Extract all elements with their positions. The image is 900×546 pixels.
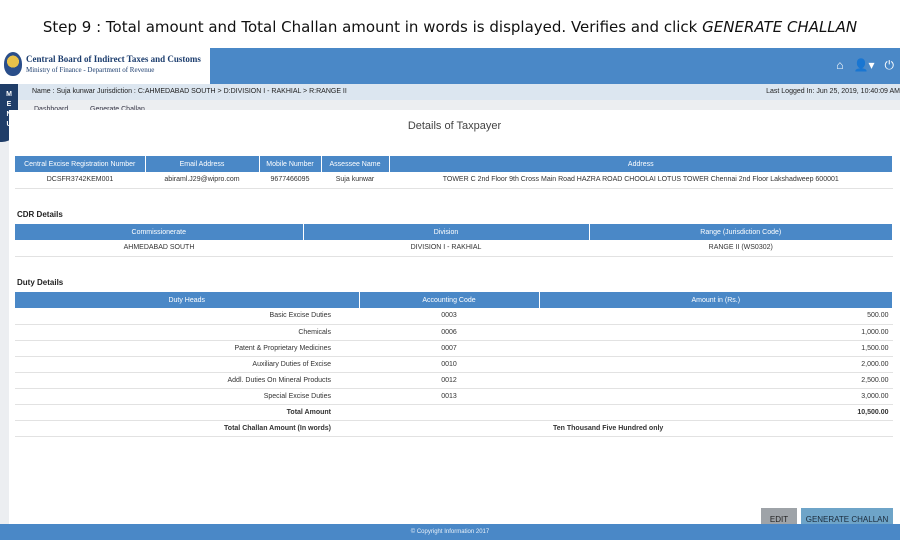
cell-division: DIVISION I - RAKHIAL [303,240,589,257]
col-range: Range (Jurisdiction Code) [589,224,893,240]
table-row: Patent & Proprietary Medicines 0007 1,50… [15,340,893,357]
footer-copyright: © Copyright Information 2017 [0,524,900,540]
cell-duty-head: Addl. Duties On Mineral Products [15,372,359,389]
col-email: Email Address [145,156,260,172]
page-title: Details of Taxpayer [407,120,502,132]
instruction-caption: Step 9 : Total amount and Total Challan … [0,18,900,36]
cell-range: RANGE II (WS0302) [589,240,893,257]
cell-duty-head: Chemicals [15,324,359,341]
total-row: Total Amount 10,500.00 [15,404,893,421]
emblem-logo [4,52,22,76]
cell-registration: DCSFR3742KEM001 [15,172,145,189]
col-duty-heads: Duty Heads [15,292,360,308]
org-name: Central Board of Indirect Taxes and Cust… [26,54,201,64]
duty-section-label: Duty Details [17,278,64,287]
cell-assessee: Suja kunwar [321,172,389,189]
cell-commissionerate: AHMEDABAD SOUTH [15,240,303,257]
user-jurisdiction: Name : Suja kunwar Jurisdiction : C:AHME… [32,88,347,95]
user-icon[interactable]: 👤▾ [854,58,875,73]
duty-header-row: Duty Heads Accounting Code Amount in (Rs… [15,292,893,308]
home-icon[interactable]: ⌂ [836,58,843,73]
duty-table: Duty Heads Accounting Code Amount in (Rs… [15,292,893,437]
words-label: Total Challan Amount (In words) [15,420,359,437]
cell-amount: 1,000.00 [539,324,893,341]
cell-code: 0013 [359,388,539,405]
table-row: Special Excise Duties 0013 3,000.00 [15,388,893,405]
cell-email: abiraml.J29@wipro.com [145,172,259,189]
cell-code: 0012 [359,372,539,389]
cell-code: 0007 [359,340,539,357]
total-label: Total Amount [15,404,359,421]
content-panel: Details of Taxpayer Central Excise Regis… [9,110,900,546]
cell-amount: 500.00 [539,308,893,325]
cell-address: TOWER C 2nd Floor 9th Cross Main Road HA… [389,172,893,189]
col-mobile: Mobile Number [259,156,322,172]
cell-code: 0006 [359,324,539,341]
top-bar: Central Board of Indirect Taxes and Cust… [0,48,900,84]
org-subtitle: Ministry of Finance - Department of Reve… [26,66,155,74]
table-row: AHMEDABAD SOUTH DIVISION I - RAKHIAL RAN… [15,240,893,257]
table-row: Auxiliary Duties of Excise 0010 2,000.00 [15,356,893,373]
cell-amount: 2,500.00 [539,372,893,389]
cell-amount: 1,500.00 [539,340,893,357]
total-value: 10,500.00 [539,404,893,421]
col-division: Division [303,224,590,240]
app-window: Central Board of Indirect Taxes and Cust… [0,48,900,546]
table-row: Chemicals 0006 1,000.00 [15,324,893,341]
top-icons: ⌂ 👤▾ ⏻ [836,58,894,73]
col-assessee: Assessee Name [321,156,390,172]
power-icon[interactable]: ⏻ [885,58,895,73]
words-row: Total Challan Amount (In words) Ten Thou… [15,420,893,437]
col-registration: Central Excise Registration Number [15,156,146,172]
cell-amount: 2,000.00 [539,356,893,373]
taxpayer-header-row: Central Excise Registration Number Email… [15,156,893,172]
words-value: Ten Thousand Five Hundred only [539,420,893,437]
cell-code: 0003 [359,308,539,325]
cdr-section-label: CDR Details [17,210,63,219]
user-info-bar: Name : Suja kunwar Jurisdiction : C:AHME… [18,84,900,100]
col-amount: Amount in (Rs.) [539,292,893,308]
caption-action: GENERATE CHALLAN [702,18,858,36]
taxpayer-table: Central Excise Registration Number Email… [15,156,893,189]
cell-duty-head: Patent & Proprietary Medicines [15,340,359,357]
cell-code: 0010 [359,356,539,373]
cell-duty-head: Basic Excise Duties [15,308,359,325]
cell-duty-head: Special Excise Duties [15,388,359,405]
logo-area: Central Board of Indirect Taxes and Cust… [0,48,210,84]
cdr-table: Commissionerate Division Range (Jurisdic… [15,224,893,257]
cell-amount: 3,000.00 [539,388,893,405]
caption-text: Step 9 : Total amount and Total Challan … [42,18,703,36]
table-row: DCSFR3742KEM001 abiraml.J29@wipro.com 96… [15,172,893,189]
col-commissionerate: Commissionerate [15,224,304,240]
table-row: Addl. Duties On Mineral Products 0012 2,… [15,372,893,389]
cell-mobile: 9677466095 [259,172,321,189]
last-logged-in: Last Logged In: Jun 25, 2019, 10:40:09 A… [766,88,900,95]
cdr-header-row: Commissionerate Division Range (Jurisdic… [15,224,893,240]
col-address: Address [389,156,893,172]
col-accounting-code: Accounting Code [359,292,540,308]
table-row: Basic Excise Duties 0003 500.00 [15,308,893,325]
cell-duty-head: Auxiliary Duties of Excise [15,356,359,373]
